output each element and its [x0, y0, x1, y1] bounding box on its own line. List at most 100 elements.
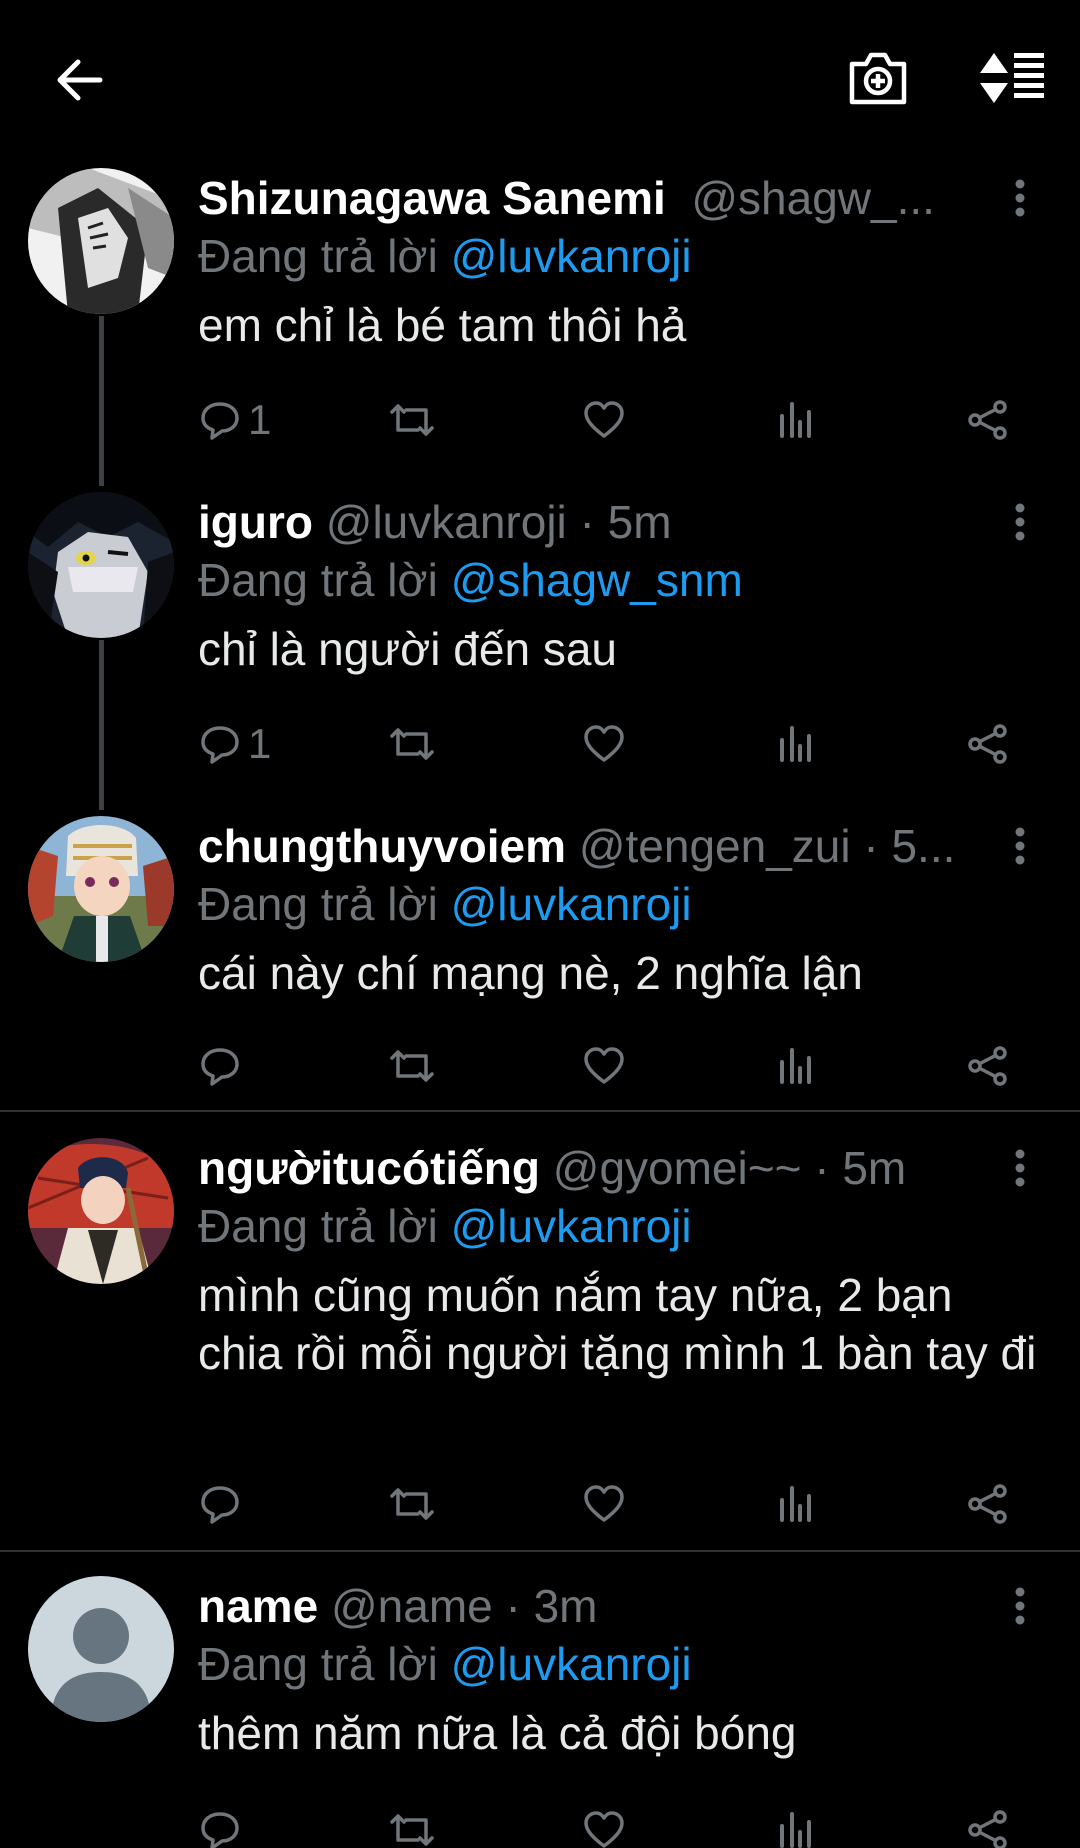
replying-to: Đang trả lời @shagw_snm: [198, 550, 743, 610]
retweet-icon: [390, 1814, 434, 1846]
mention-link[interactable]: @shagw_snm: [451, 554, 743, 606]
avatar[interactable]: [28, 816, 174, 962]
tweet-content: iguro @luvkanroji · 5m Đang trả lời @sha…: [198, 492, 1040, 802]
replying-to-label: Đang trả lời: [198, 554, 438, 606]
retweet-button[interactable]: [388, 390, 436, 450]
reply-count: 1: [248, 720, 272, 767]
heart-icon: [584, 401, 624, 438]
reply-button[interactable]: 1: [198, 714, 271, 774]
mention-link[interactable]: @luvkanroji: [451, 230, 692, 282]
reply-icon: [201, 1812, 239, 1848]
display-name[interactable]: ngườitucótiếng: [198, 1142, 540, 1194]
avatar-image: [28, 492, 174, 638]
retweet-button[interactable]: [388, 714, 436, 774]
handle-time: @tengen_zui · 5...: [578, 820, 956, 872]
more-vertical-icon: [1015, 827, 1025, 865]
tweet-content: ngườitucótiếng @gyomei~~ · 5m Đang trả l…: [198, 1138, 1040, 1538]
reply-tweet[interactable]: ngườitucótiếng @gyomei~~ · 5m Đang trả l…: [0, 1138, 1080, 1538]
share-button[interactable]: [966, 714, 1010, 774]
share-button[interactable]: [966, 1036, 1010, 1096]
replying-to-label: Đang trả lời: [198, 230, 438, 282]
reply-tweet[interactable]: chungthuyvoiem @tengen_zui · 5... Đang t…: [0, 816, 1080, 1106]
handle-time: @gyomei~~ · 5m: [552, 1142, 907, 1194]
avatar[interactable]: [28, 492, 174, 638]
mention-link[interactable]: @luvkanroji: [451, 878, 692, 930]
more-options-button[interactable]: [1000, 494, 1040, 550]
display-name[interactable]: iguro: [198, 496, 313, 548]
like-button[interactable]: [582, 714, 626, 774]
tweet-header: Shizunagawa Sanemi @shagw_...: [198, 168, 988, 228]
display-name[interactable]: chungthuyvoiem: [198, 820, 566, 872]
views-chart-icon: [780, 1812, 811, 1848]
tweet-content: name @name · 3m Đang trả lời @luvkanroji…: [198, 1576, 1040, 1848]
share-icon: [968, 724, 1007, 764]
avatar[interactable]: [28, 1576, 174, 1722]
like-button[interactable]: [582, 1800, 626, 1848]
retweet-icon: [390, 404, 434, 436]
views-button[interactable]: [776, 1036, 816, 1096]
tweet-content: chungthuyvoiem @tengen_zui · 5... Đang t…: [198, 816, 1040, 1106]
reply-tweet[interactable]: iguro @luvkanroji · 5m Đang trả lời @sha…: [0, 492, 1080, 802]
tweet-text: chỉ là người đến sau: [198, 623, 617, 675]
divider: [0, 1550, 1080, 1552]
heart-icon: [584, 1485, 624, 1522]
mention-link[interactable]: @luvkanroji: [451, 1638, 692, 1690]
replying-to-label: Đang trả lời: [198, 1200, 438, 1252]
top-bar: [0, 0, 1080, 160]
heart-icon: [584, 1047, 624, 1084]
like-button[interactable]: [582, 390, 626, 450]
share-button[interactable]: [966, 1800, 1010, 1848]
retweet-button[interactable]: [388, 1474, 436, 1534]
tweet-text: cái này chí mạng nè, 2 nghĩa lận: [198, 947, 863, 999]
tweet-text: thêm năm nữa là cả đội bóng: [198, 1707, 797, 1759]
retweet-button[interactable]: [388, 1800, 436, 1848]
reply-button[interactable]: 1: [198, 390, 271, 450]
heart-icon: [584, 725, 624, 762]
display-name[interactable]: name: [198, 1580, 318, 1632]
views-chart-icon: [780, 1048, 811, 1084]
avatar-image: [28, 816, 174, 962]
views-button[interactable]: [776, 714, 816, 774]
reply-button[interactable]: [198, 1474, 248, 1534]
reply-tweet[interactable]: Shizunagawa Sanemi @shagw_... Đang trả l…: [0, 168, 1080, 478]
retweet-button[interactable]: [388, 1036, 436, 1096]
display-name[interactable]: Shizunagawa Sanemi: [198, 172, 666, 224]
tweet-header: iguro @luvkanroji · 5m: [198, 492, 988, 552]
reply-tweet[interactable]: name @name · 3m Đang trả lời @luvkanroji…: [0, 1576, 1080, 1848]
avatar[interactable]: [28, 1138, 174, 1284]
back-button[interactable]: [38, 40, 118, 120]
views-button[interactable]: [776, 1474, 816, 1534]
more-options-button[interactable]: [1000, 818, 1040, 874]
avatar-image: [28, 1138, 174, 1284]
like-button[interactable]: [582, 1036, 626, 1096]
share-button[interactable]: [966, 390, 1010, 450]
sort-button[interactable]: [972, 38, 1052, 118]
avatar[interactable]: [28, 168, 174, 314]
share-icon: [968, 400, 1007, 440]
retweet-icon: [390, 1050, 434, 1082]
more-options-button[interactable]: [1000, 1578, 1040, 1634]
camera-button[interactable]: [838, 38, 918, 118]
more-options-button[interactable]: [1000, 170, 1040, 226]
views-button[interactable]: [776, 390, 816, 450]
tweet-header: chungthuyvoiem @tengen_zui · 5...: [198, 816, 988, 876]
more-options-button[interactable]: [1000, 1140, 1040, 1196]
views-chart-icon: [780, 1486, 811, 1522]
mention-link[interactable]: @luvkanroji: [451, 1200, 692, 1252]
tweet-actions: 1: [198, 390, 1040, 450]
handle-time: @shagw_...: [691, 172, 935, 224]
views-button[interactable]: [776, 1800, 816, 1848]
avatar-image: [28, 168, 174, 314]
reply-button[interactable]: [198, 1036, 248, 1096]
reply-button[interactable]: [198, 1800, 248, 1848]
replying-to-label: Đang trả lời: [198, 1638, 438, 1690]
tweet-header: name @name · 3m: [198, 1576, 988, 1636]
handle-time: @name · 3m: [330, 1580, 598, 1632]
reply-icon: [201, 1048, 239, 1086]
replying-to: Đang trả lời @luvkanroji: [198, 1196, 692, 1256]
like-button[interactable]: [582, 1474, 626, 1534]
heart-icon: [584, 1811, 624, 1848]
views-chart-icon: [780, 402, 811, 438]
share-icon: [968, 1484, 1007, 1524]
share-button[interactable]: [966, 1474, 1010, 1534]
